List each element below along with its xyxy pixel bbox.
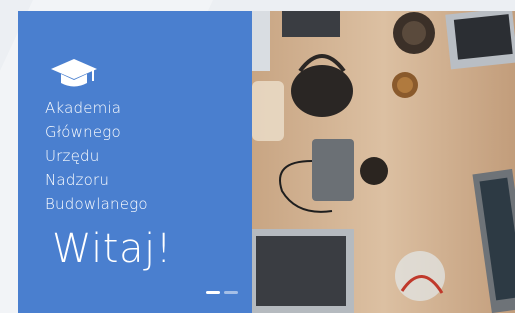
organization-name: Akademia Głównego Urzędu Nadzoru Budowla… xyxy=(45,96,148,216)
slider-dot[interactable] xyxy=(224,291,238,294)
slider-dots xyxy=(206,291,238,294)
slider-dot-active[interactable] xyxy=(206,291,220,294)
org-name-line: Urzędu xyxy=(45,147,100,165)
graduation-cap-icon xyxy=(51,59,97,87)
org-name-line: Budowlanego xyxy=(45,195,148,213)
welcome-heading: Witaj! xyxy=(52,226,173,272)
desk-photo xyxy=(252,11,515,313)
org-name-line: Akademia xyxy=(45,99,122,117)
org-name-line: Głównego xyxy=(45,123,121,141)
org-name-line: Nadzoru xyxy=(45,171,110,189)
hero-slide: Akademia Głównego Urzędu Nadzoru Budowla… xyxy=(18,11,515,313)
hero-text-panel: Akademia Głównego Urzędu Nadzoru Budowla… xyxy=(18,11,252,313)
hero-photo xyxy=(252,11,515,313)
